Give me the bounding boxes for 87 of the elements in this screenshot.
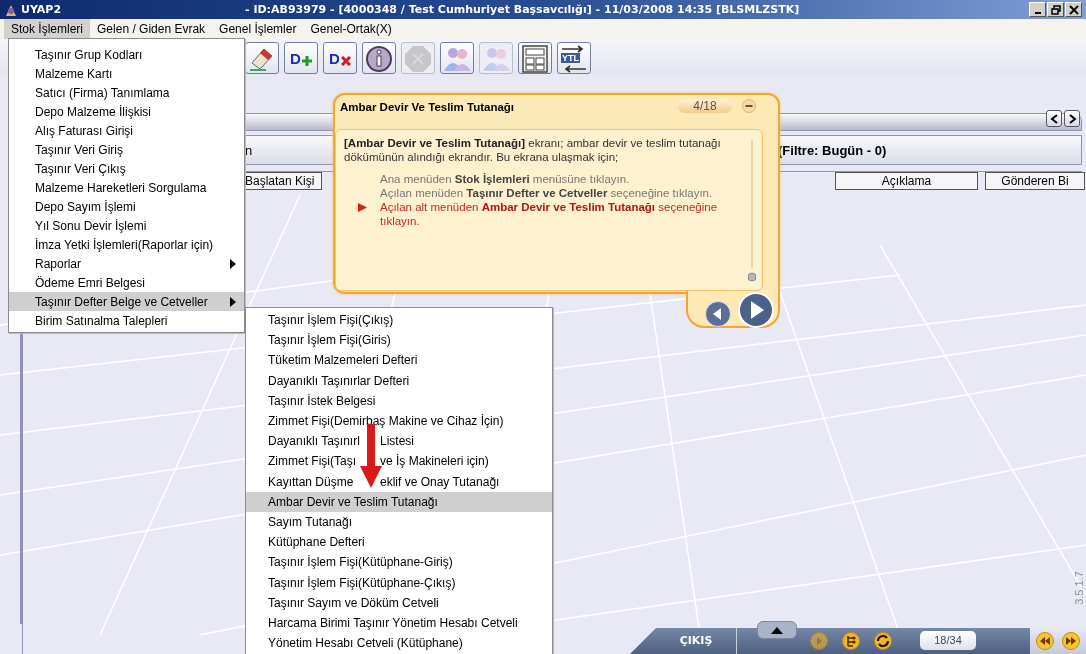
expand-button[interactable] — [757, 621, 797, 639]
fast-forward-icon[interactable] — [1062, 632, 1080, 650]
toolbar-button[interactable] — [245, 42, 279, 74]
exit-button[interactable]: ÇIKIŞ — [656, 628, 737, 654]
menu-item[interactable]: Genel-Ortak(X) — [303, 19, 399, 39]
tree-icon[interactable] — [842, 632, 860, 650]
toolbar-button[interactable] — [518, 42, 552, 74]
restore-button[interactable] — [1047, 2, 1064, 17]
menu-item[interactable]: Tüketim Malzemeleri Defteri — [246, 350, 552, 371]
close-button[interactable] — [1065, 2, 1082, 17]
button-label: D — [290, 49, 301, 67]
step-text: Açılan menüden Taşınır Defter ve Cetveller seçeneğine tıklayın. — [380, 187, 713, 199]
menu-item[interactable]: Taşınır Grup Kodları — [9, 45, 244, 64]
menu-item-text[interactable]: eklif ve Onay Tutanağı — [380, 474, 500, 489]
step-counter: 4/18 — [678, 99, 732, 113]
step-text: Ana menüden Stok İşlemleri menüsüne tıklayın. — [380, 173, 630, 185]
back-button[interactable] — [705, 301, 731, 327]
triangle-up-icon — [770, 625, 784, 635]
menu-item[interactable]: Genel İşlemler — [212, 19, 304, 39]
triangle-right-icon — [738, 292, 774, 328]
menu-item-text[interactable]: ve İş Makineleri için) — [380, 454, 489, 469]
menu-item[interactable]: Taşınır İşlem Fişi(Kütüphane-Çıkış) — [246, 572, 552, 593]
menu-item[interactable]: Taşınır İşlem Fişi(Giris) — [246, 330, 552, 351]
refresh-icon[interactable] — [874, 632, 892, 650]
button-label: YTL — [561, 53, 580, 63]
column-header[interactable]: Açıklama — [835, 172, 978, 190]
menu-item[interactable]: Depo Malzeme İlişkisi — [9, 102, 244, 121]
restore-icon — [1050, 4, 1061, 15]
menu-item[interactable]: Harcama Birimi Taşınır Yönetim Hesabı Cetveli — [246, 612, 552, 633]
current-step-icon — [358, 203, 367, 212]
toolbar-button[interactable] — [362, 42, 396, 74]
menu-item[interactable]: Taşınır Sayım ve Döküm Cetveli — [246, 592, 552, 613]
menu-item[interactable]: Kütüphane Defteri — [246, 532, 552, 553]
previous-button[interactable] — [1046, 110, 1062, 127]
menu-item[interactable]: Taşınır Defter Belge ve Cetveller — [9, 292, 244, 311]
help-text: [Ambar Devir ve Teslim Tutanağı] ekranı; ambar devir ve teslim tutanağı dökümünün alındığı ekrandır. Bu ekrana ulaşmak için; — [344, 136, 722, 164]
menu-item[interactable]: Taşınır Veri Çıkış — [9, 159, 244, 178]
menu-item[interactable]: Yönetim Hesabı Cetveli (Kütüphane) — [246, 633, 552, 654]
menu-item[interactable]: Zimmet Fişi(Demirbaş Makine ve Cihaz İçin) — [246, 410, 552, 432]
stop-icon — [402, 43, 434, 73]
menu-item[interactable]: Malzeme Kartı — [9, 64, 244, 83]
menu-item[interactable]: Ambar Devir ve Teslim Tutanağı — [246, 491, 552, 512]
window-title: - ID:AB93979 - [4000348 / Test Cumhuriyet Başsavcılığı] - 11/03/2008 14:35 [BLSMLZSTK] — [245, 3, 801, 16]
toolbar-button[interactable]: D — [284, 42, 318, 74]
menu-item[interactable]: Alış Faturası Girişi — [9, 121, 244, 140]
menu-item[interactable]: Gelen / Giden Evrak — [90, 19, 213, 39]
scrollbar-icon — [748, 140, 756, 285]
version-label: 3.5.1.7 — [1072, 571, 1085, 605]
delete-icon — [340, 56, 351, 66]
close-icon — [1068, 4, 1079, 15]
chevron-left-icon — [1049, 113, 1059, 124]
toolbar-button[interactable]: D — [323, 42, 357, 74]
menu-item[interactable]: Taşınır İşlem Fişi(Kütüphane-Giriş) — [246, 552, 552, 573]
column-header[interactable]: Gönderen Bi — [985, 172, 1085, 190]
menu-item[interactable]: Birim Satınalma Talepleri — [9, 311, 244, 330]
calculator-icon — [519, 43, 551, 73]
menu-item[interactable]: Taşınır İstek Belgesi — [246, 390, 552, 411]
menu-item[interactable]: Depo Sayım İşlemi — [9, 197, 244, 216]
toolbar-button[interactable]: YTL — [557, 42, 591, 74]
app-name: UYAP2 — [21, 3, 62, 16]
info-icon — [363, 43, 395, 73]
chevron-right-icon — [1067, 113, 1077, 124]
menu-item[interactable]: Dayanıklı Taşınırlar Defteri — [246, 370, 552, 391]
next-button[interactable] — [1064, 110, 1080, 127]
menu-item[interactable]: Taşınır İşlem Fişi(Çıkış) — [246, 310, 552, 331]
page-counter: 18/34 — [920, 631, 976, 650]
triangle-left-icon — [705, 301, 731, 327]
menu-item[interactable]: Yıl Sonu Devir İşlemi — [9, 216, 244, 235]
rewind-icon[interactable] — [1036, 632, 1054, 650]
menu-item[interactable]: Taşınır Veri Giriş — [9, 140, 244, 159]
popup-title: Ambar Devir Ve Teslim Tutanağı — [340, 101, 515, 113]
step-text: Açılan alt menüden Ambar Devir ve Teslim Tutanağı seçeneğine tıklayın. — [380, 201, 718, 227]
menu-item-text[interactable]: Listesi — [380, 434, 414, 449]
button-label: D — [329, 49, 340, 67]
minimize-icon — [1034, 12, 1041, 14]
menu-item[interactable]: Raporlar — [9, 254, 244, 273]
menu-item[interactable]: Satıcı (Firma) Tanımlama — [9, 83, 244, 102]
menu-item[interactable]: Malzeme Hareketleri Sorgulama — [9, 178, 244, 197]
menu-item[interactable]: Sayım Tutanağı — [246, 511, 552, 533]
panel-title: n — [245, 143, 253, 158]
menu-item-text[interactable]: Kayıttan Düşme — [268, 474, 362, 489]
menu-item[interactable]: Ödeme Emri Belgesi — [9, 273, 244, 292]
menu-item-text[interactable]: Dayanıklı Taşınırl — [268, 434, 362, 449]
menu-item[interactable]: İmza Yetki İşlemleri(Raporlar için) — [9, 235, 244, 254]
menu-item-text[interactable]: Zimmet Fişi(Taşı — [268, 454, 362, 469]
add-icon — [301, 56, 312, 66]
menu-item[interactable]: Stok İşlemleri — [4, 19, 91, 39]
